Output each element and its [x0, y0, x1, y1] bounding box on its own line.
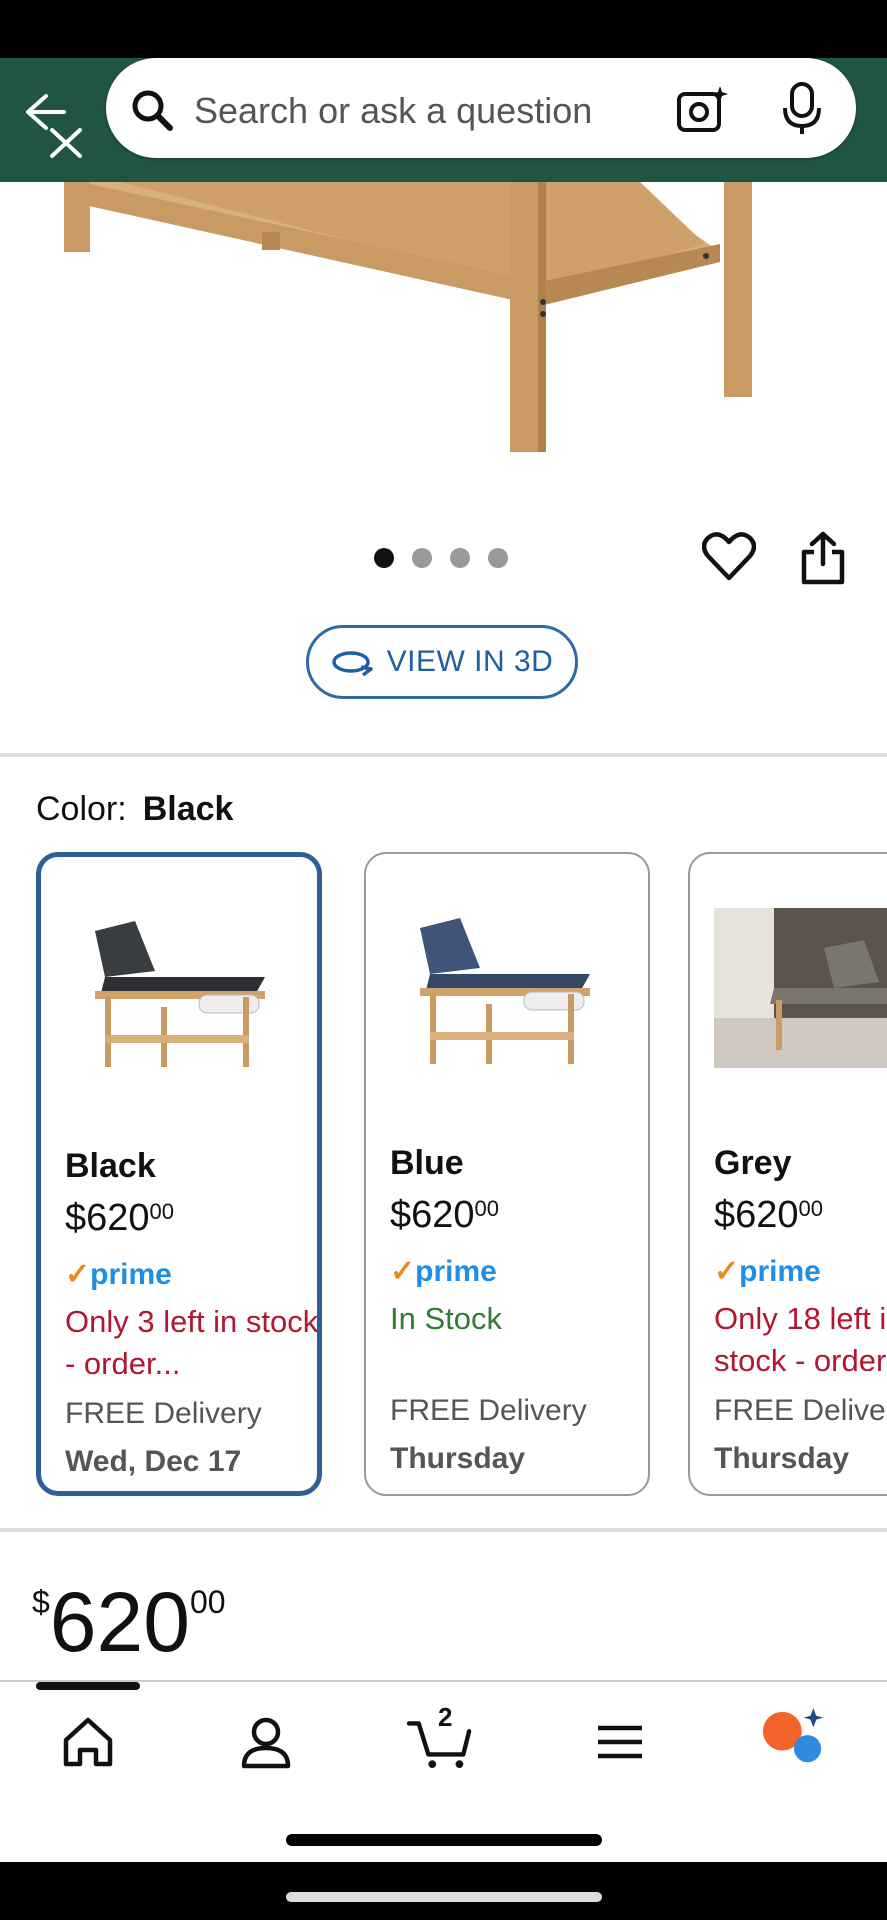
- delivery-date: Wed, Dec 17: [65, 1445, 242, 1478]
- view-in-3d-button[interactable]: VIEW IN 3D: [306, 625, 578, 699]
- stock-status: Only 3 left in stock - order...: [65, 1304, 319, 1381]
- color-option-card[interactable]: Grey $62000 ✓prime Only 18 left in stock…: [688, 852, 887, 1496]
- status-bar: [0, 0, 887, 58]
- color-option-card[interactable]: Blue $62000 ✓prime In Stock FREE Deliver…: [364, 852, 650, 1496]
- image-carousel-dots[interactable]: [374, 548, 508, 568]
- variant-price: $62000: [65, 1197, 175, 1239]
- product-image[interactable]: [0, 182, 887, 512]
- rotate-3d-icon: [331, 651, 373, 677]
- section-divider: [0, 753, 887, 757]
- variant-price: $62000: [390, 1194, 500, 1236]
- active-tab-indicator: [36, 1682, 140, 1690]
- product-page: Search or ask a question VIEW IN 3D Colo…: [0, 0, 887, 1920]
- menu-icon[interactable]: [590, 1710, 650, 1774]
- microphone-icon[interactable]: [782, 82, 822, 136]
- view-in-3d-label: VIEW IN 3D: [386, 645, 554, 678]
- cart-count-badge: 2: [438, 1702, 453, 1732]
- variant-name: Blue: [390, 1144, 464, 1182]
- share-icon[interactable]: [800, 530, 846, 586]
- section-divider: [0, 1528, 887, 1532]
- search-bar[interactable]: Search or ask a question: [106, 58, 856, 158]
- stock-status: In Stock: [390, 1301, 502, 1336]
- variant-image: [95, 921, 265, 1067]
- prime-badge: ✓prime: [65, 1258, 172, 1291]
- variant-image: [714, 908, 887, 1068]
- selected-color-value: Black: [142, 790, 234, 828]
- search-input[interactable]: Search or ask a question: [194, 90, 592, 132]
- color-option-card[interactable]: Black $62000 ✓prime Only 3 left in stock…: [36, 852, 322, 1496]
- bottom-bezel: [0, 1862, 887, 1920]
- carousel-dot[interactable]: [488, 548, 508, 568]
- delivery-date: Thursday: [714, 1442, 850, 1475]
- delivery-label: FREE Delivery: [714, 1394, 887, 1427]
- color-selector-label: Color: Black: [36, 790, 234, 828]
- carousel-dot[interactable]: [374, 548, 394, 568]
- product-price: $62000: [32, 1575, 226, 1669]
- delivery-label: FREE Delivery: [390, 1394, 587, 1427]
- account-icon[interactable]: [236, 1710, 296, 1774]
- carousel-dot[interactable]: [412, 548, 432, 568]
- variant-name: Grey: [714, 1144, 792, 1182]
- camera-search-icon[interactable]: [676, 84, 728, 134]
- system-home-indicator: [286, 1892, 602, 1902]
- heart-icon[interactable]: [702, 530, 756, 582]
- prime-badge: ✓prime: [390, 1255, 497, 1288]
- home-indicator: [286, 1834, 602, 1846]
- variant-name: Black: [65, 1147, 156, 1185]
- prime-badge: ✓prime: [714, 1255, 821, 1288]
- variant-price: $62000: [714, 1194, 824, 1236]
- assistant-icon[interactable]: [758, 1706, 828, 1770]
- carousel-dot[interactable]: [450, 548, 470, 568]
- search-icon: [132, 90, 173, 131]
- home-icon[interactable]: [58, 1710, 118, 1774]
- stock-status: Only 18 left in stock - order: [714, 1301, 887, 1378]
- delivery-date: Thursday: [390, 1442, 526, 1475]
- back-close-icon[interactable]: [24, 90, 84, 160]
- variant-image: [420, 918, 590, 1064]
- delivery-label: FREE Delivery: [65, 1397, 262, 1430]
